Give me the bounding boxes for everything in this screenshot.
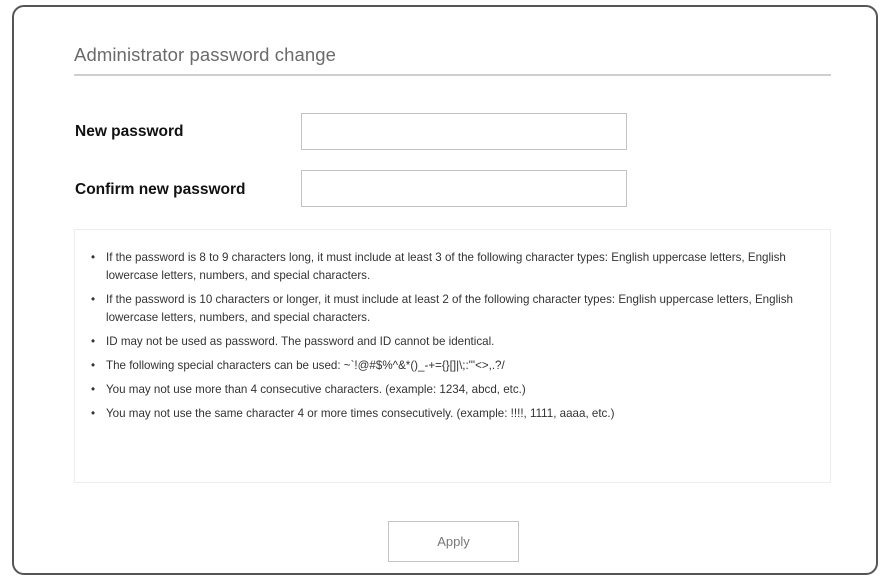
title-divider <box>74 74 831 76</box>
new-password-label: New password <box>75 123 184 140</box>
password-rules-list: If the password is 8 to 9 characters lon… <box>87 249 822 429</box>
rule-item-consecutive-sequence: You may not use more than 4 consecutive … <box>87 381 822 399</box>
rule-item-special-characters: The following special characters can be … <box>87 357 822 375</box>
confirm-password-input[interactable] <box>301 170 627 207</box>
rule-item-id-not-password: ID may not be used as password. The pass… <box>87 333 822 351</box>
rule-item-repeated-character: You may not use the same character 4 or … <box>87 405 822 423</box>
rule-item-length-10-plus: If the password is 10 characters or long… <box>87 291 822 327</box>
confirm-password-label: Confirm new password <box>75 181 246 198</box>
dialog-title: Administrator password change <box>74 44 337 65</box>
new-password-input[interactable] <box>301 113 627 150</box>
apply-button[interactable]: Apply <box>388 521 519 562</box>
password-change-dialog: Administrator password change New passwo… <box>12 5 878 575</box>
rule-item-length-8-9: If the password is 8 to 9 characters lon… <box>87 249 822 285</box>
password-rules-box: If the password is 8 to 9 characters lon… <box>74 229 831 483</box>
